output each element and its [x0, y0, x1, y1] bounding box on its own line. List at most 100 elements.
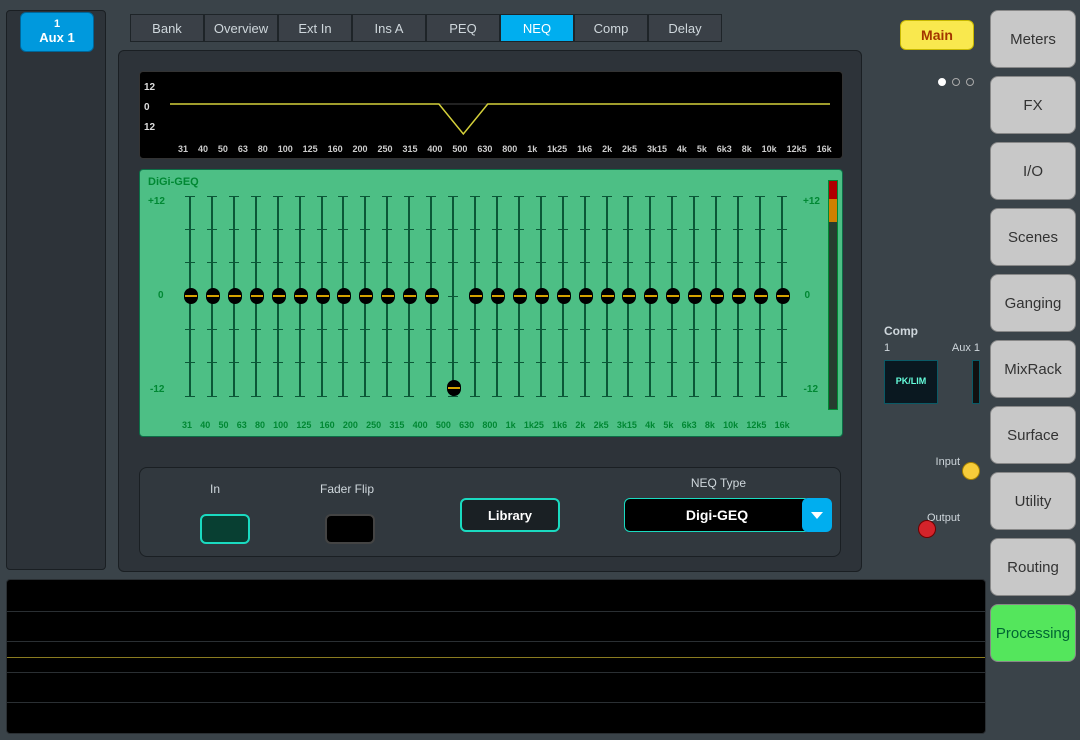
channel-name: Aux 1: [39, 30, 74, 46]
main-button-label: Main: [921, 27, 953, 43]
side-menu: Meters FX I/O Scenes Ganging MixRack Surface Ut…: [990, 10, 1076, 730]
page-dot[interactable]: [952, 78, 960, 86]
side-utility[interactable]: Utility: [990, 472, 1076, 530]
freq-label: 2k: [602, 144, 612, 154]
geq-slider[interactable]: [730, 196, 746, 396]
side-meters[interactable]: Meters: [990, 10, 1076, 68]
geq-slider[interactable]: [533, 196, 549, 396]
side-ganging[interactable]: Ganging: [990, 274, 1076, 332]
geq-slider[interactable]: [292, 196, 308, 396]
freq-label: 63: [238, 144, 248, 154]
geq-sliders: [182, 196, 790, 396]
page-dots[interactable]: [938, 78, 974, 86]
comp-right: Aux 1: [952, 342, 980, 354]
freq-label: 1k25: [547, 144, 567, 154]
geq-slider[interactable]: [379, 196, 395, 396]
geq-slider[interactable]: [401, 196, 417, 396]
curve-y-mid: 0: [144, 102, 150, 113]
tab-delay[interactable]: Delay: [648, 14, 722, 42]
geq-slider[interactable]: [664, 196, 680, 396]
tab-ext-in[interactable]: Ext In: [278, 14, 352, 42]
curve-y-bot: 12: [144, 122, 155, 133]
geq-slider[interactable]: [686, 196, 702, 396]
in-button[interactable]: [200, 514, 250, 544]
geq-slider[interactable]: [577, 196, 593, 396]
geq-slider[interactable]: [204, 196, 220, 396]
freq-label: 1k6: [552, 420, 567, 430]
library-button[interactable]: Library: [460, 498, 560, 532]
side-surface[interactable]: Surface: [990, 406, 1076, 464]
side-i-o[interactable]: I/O: [990, 142, 1076, 200]
library-button-label: Library: [488, 508, 532, 523]
geq-slider[interactable]: [774, 196, 790, 396]
comp-readout[interactable]: Comp 1 Aux 1 PK/LIM: [884, 324, 980, 404]
freq-label: 8k: [705, 420, 715, 430]
freq-label: 315: [389, 420, 404, 430]
freq-label: 400: [427, 144, 442, 154]
geq-slider[interactable]: [642, 196, 658, 396]
geq-y-minus-l: -12: [150, 384, 164, 395]
eq-curve: [170, 84, 830, 144]
tab-neq[interactable]: NEQ: [500, 14, 574, 42]
fader-flip-button[interactable]: [325, 514, 375, 544]
tab-peq[interactable]: PEQ: [426, 14, 500, 42]
waveform-strip[interactable]: [6, 579, 986, 734]
page-dot[interactable]: [938, 78, 946, 86]
input-label: Input: [936, 456, 960, 468]
geq-slider[interactable]: [555, 196, 571, 396]
geq-slider[interactable]: [182, 196, 198, 396]
geq-slider[interactable]: [708, 196, 724, 396]
curve-freq-labels: 3140506380100125160200250315400500630800…: [178, 144, 832, 154]
freq-label: 2k5: [622, 144, 637, 154]
geq-slider[interactable]: [357, 196, 373, 396]
geq-output-meter: [828, 180, 838, 410]
main-button[interactable]: Main: [900, 20, 974, 50]
side-routing[interactable]: Routing: [990, 538, 1076, 596]
page-dot[interactable]: [966, 78, 974, 86]
geq-slider[interactable]: [270, 196, 286, 396]
side-mixrack[interactable]: MixRack: [990, 340, 1076, 398]
output-indicator[interactable]: [918, 520, 936, 538]
freq-label: 1k: [506, 420, 516, 430]
neq-type-select[interactable]: Digi-GEQ: [624, 498, 810, 532]
side-scenes[interactable]: Scenes: [990, 208, 1076, 266]
freq-label: 50: [218, 144, 228, 154]
geq-slider[interactable]: [445, 196, 461, 396]
side-processing[interactable]: Processing: [990, 604, 1076, 662]
freq-label: 125: [303, 144, 318, 154]
tab-ins-a[interactable]: Ins A: [352, 14, 426, 42]
tab-comp[interactable]: Comp: [574, 14, 648, 42]
input-indicator[interactable]: [962, 462, 980, 480]
geq-slider[interactable]: [620, 196, 636, 396]
freq-label: 5k: [697, 144, 707, 154]
channel-slot[interactable]: 1 Aux 1: [20, 12, 94, 52]
left-column: [6, 10, 106, 570]
freq-label: 50: [218, 420, 228, 430]
geq-slider[interactable]: [489, 196, 505, 396]
geq-slider[interactable]: [248, 196, 264, 396]
geq-y-zero-l: 0: [158, 290, 164, 301]
freq-label: 1k: [527, 144, 537, 154]
geq-slider[interactable]: [752, 196, 768, 396]
freq-label: 315: [402, 144, 417, 154]
side-fx[interactable]: FX: [990, 76, 1076, 134]
geq-slider[interactable]: [467, 196, 483, 396]
channel-number: 1: [54, 19, 60, 30]
faderflip-label: Fader Flip: [320, 482, 374, 496]
geq-slider[interactable]: [599, 196, 615, 396]
geq-slider[interactable]: [314, 196, 330, 396]
freq-label: 200: [353, 144, 368, 154]
geq-y-zero-r: 0: [804, 290, 810, 301]
geq-slider[interactable]: [335, 196, 351, 396]
tab-overview[interactable]: Overview: [204, 14, 278, 42]
geq-slider[interactable]: [423, 196, 439, 396]
freq-label: 160: [320, 420, 335, 430]
freq-label: 3k15: [617, 420, 637, 430]
geq-freq-labels: 3140506380100125160200250315400500630800…: [182, 420, 790, 430]
tab-bank[interactable]: Bank: [130, 14, 204, 42]
neq-type-caret[interactable]: [802, 498, 832, 532]
geq-slider[interactable]: [511, 196, 527, 396]
geq-slider[interactable]: [226, 196, 242, 396]
freq-label: 4k: [677, 144, 687, 154]
geq-y-plus-r: +12: [803, 196, 820, 207]
